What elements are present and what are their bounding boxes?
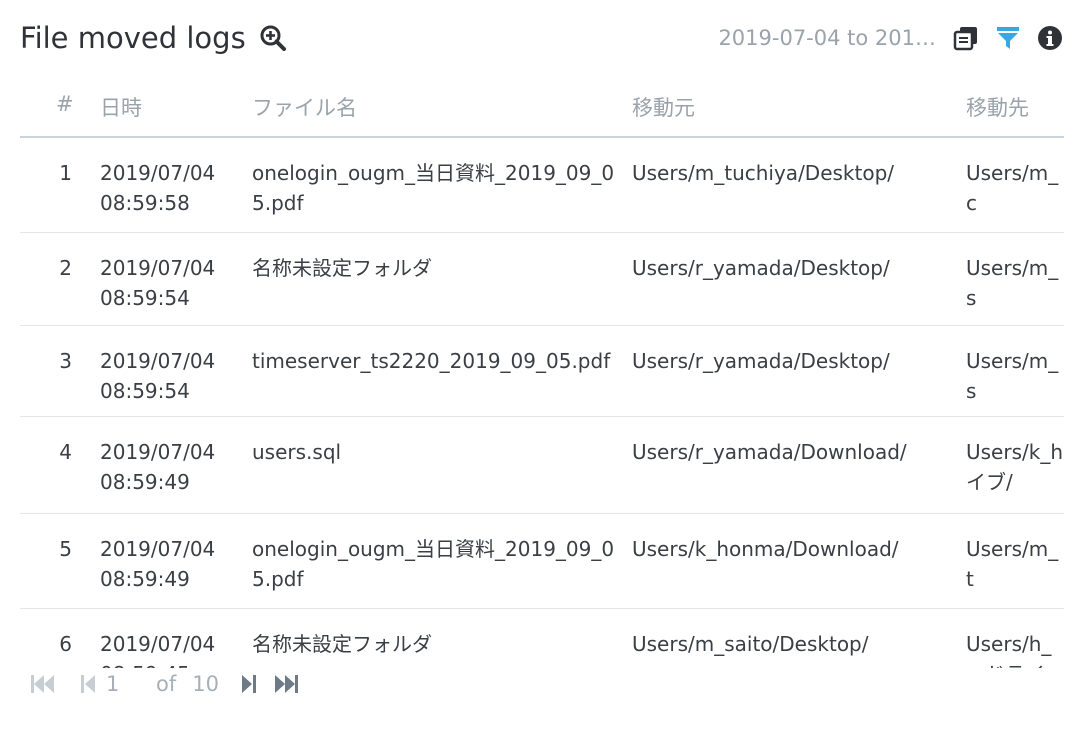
column-header-destination[interactable]: 移動先 (966, 92, 1029, 122)
row-source: Users/r_yamada/Desktop/ (632, 349, 890, 373)
column-header-num[interactable]: # (56, 92, 74, 116)
first-page-icon[interactable] (30, 673, 56, 695)
copy-icon[interactable] (952, 24, 980, 52)
row-source: Users/m_saito/Desktop/ (632, 632, 869, 656)
filter-icon[interactable] (994, 24, 1022, 52)
zoom-in-icon[interactable] (259, 22, 287, 62)
header: File moved logs 2019-07-04 to 201… (20, 18, 1064, 62)
next-page-icon[interactable] (241, 673, 257, 695)
table-row[interactable]: 4 2019/07/04 08:59:49 users.sql Users/r_… (20, 417, 1064, 514)
row-number: 5 (59, 537, 72, 561)
row-filename: 名称未設定フォルダ (252, 256, 432, 280)
row-number: 2 (59, 256, 72, 280)
page-title: File moved logs (20, 18, 287, 62)
row-filename: timeserver_ts2220_2019_09_05.pdf (252, 349, 611, 373)
page-title-text: File moved logs (20, 21, 246, 55)
row-datetime: 2019/07/04 08:59:49 (100, 537, 216, 591)
row-source: Users/r_yamada/Desktop/ (632, 256, 890, 280)
row-destination: Users/h_n ドライブ/ (966, 632, 1052, 668)
column-header-filename[interactable]: ファイル名 (252, 92, 357, 122)
header-actions (952, 24, 1064, 52)
row-datetime: 2019/07/04 08:59:58 (100, 161, 216, 215)
column-header-source[interactable]: 移動元 (632, 92, 695, 122)
table-row[interactable]: 2 2019/07/04 08:59:54 名称未設定フォルダ Users/r_… (20, 233, 1064, 326)
table-row[interactable]: 6 2019/07/04 08:59:45 名称未設定フォルダ Users/m_… (20, 609, 1064, 668)
row-datetime: 2019/07/04 08:59:49 (100, 440, 216, 494)
row-source: Users/r_yamada/Download/ (632, 440, 907, 464)
row-destination: Users/m_s (966, 256, 1059, 310)
table-row[interactable]: 1 2019/07/04 08:59:58 onelogin_ougm_当日資料… (20, 138, 1064, 233)
current-page[interactable]: 1 (106, 672, 146, 696)
row-destination: Users/m_t (966, 537, 1059, 591)
row-destination: Users/m_s (966, 349, 1059, 403)
row-datetime: 2019/07/04 08:59:54 (100, 349, 216, 403)
row-filename: onelogin_ougm_当日資料_2019_09_05.pdf (252, 537, 615, 591)
logs-table: # 日時 ファイル名 移動元 移動先 1 2019/07/04 08:59:58… (20, 80, 1064, 668)
row-destination: Users/k_h イブ/ (966, 440, 1064, 494)
row-datetime: 2019/07/04 08:59:54 (100, 256, 216, 310)
total-pages: 10 (192, 672, 219, 696)
row-source: Users/k_honma/Download/ (632, 537, 899, 561)
row-filename: 名称未設定フォルダ (252, 632, 432, 656)
table-row[interactable]: 3 2019/07/04 08:59:54 timeserver_ts2220_… (20, 326, 1064, 417)
page-of-label: of (156, 672, 177, 696)
row-source: Users/m_tuchiya/Desktop/ (632, 161, 895, 185)
prev-page-icon[interactable] (80, 673, 96, 695)
row-number: 3 (59, 349, 72, 373)
last-page-icon[interactable] (273, 673, 299, 695)
row-number: 1 (59, 161, 72, 185)
pagination: 1 of 10 (30, 668, 299, 700)
row-number: 6 (59, 632, 72, 656)
row-filename: onelogin_ougm_当日資料_2019_09_05.pdf (252, 161, 615, 215)
row-number: 4 (59, 440, 72, 464)
info-icon[interactable] (1036, 24, 1064, 52)
row-destination: Users/m_c (966, 161, 1059, 215)
column-header-datetime[interactable]: 日時 (100, 92, 142, 122)
table-row[interactable]: 5 2019/07/04 08:59:49 onelogin_ougm_当日資料… (20, 514, 1064, 609)
date-range[interactable]: 2019-07-04 to 201… (718, 26, 936, 50)
row-filename: users.sql (252, 440, 342, 464)
row-datetime: 2019/07/04 08:59:45 (100, 632, 216, 668)
table-header: # 日時 ファイル名 移動元 移動先 (20, 80, 1064, 138)
